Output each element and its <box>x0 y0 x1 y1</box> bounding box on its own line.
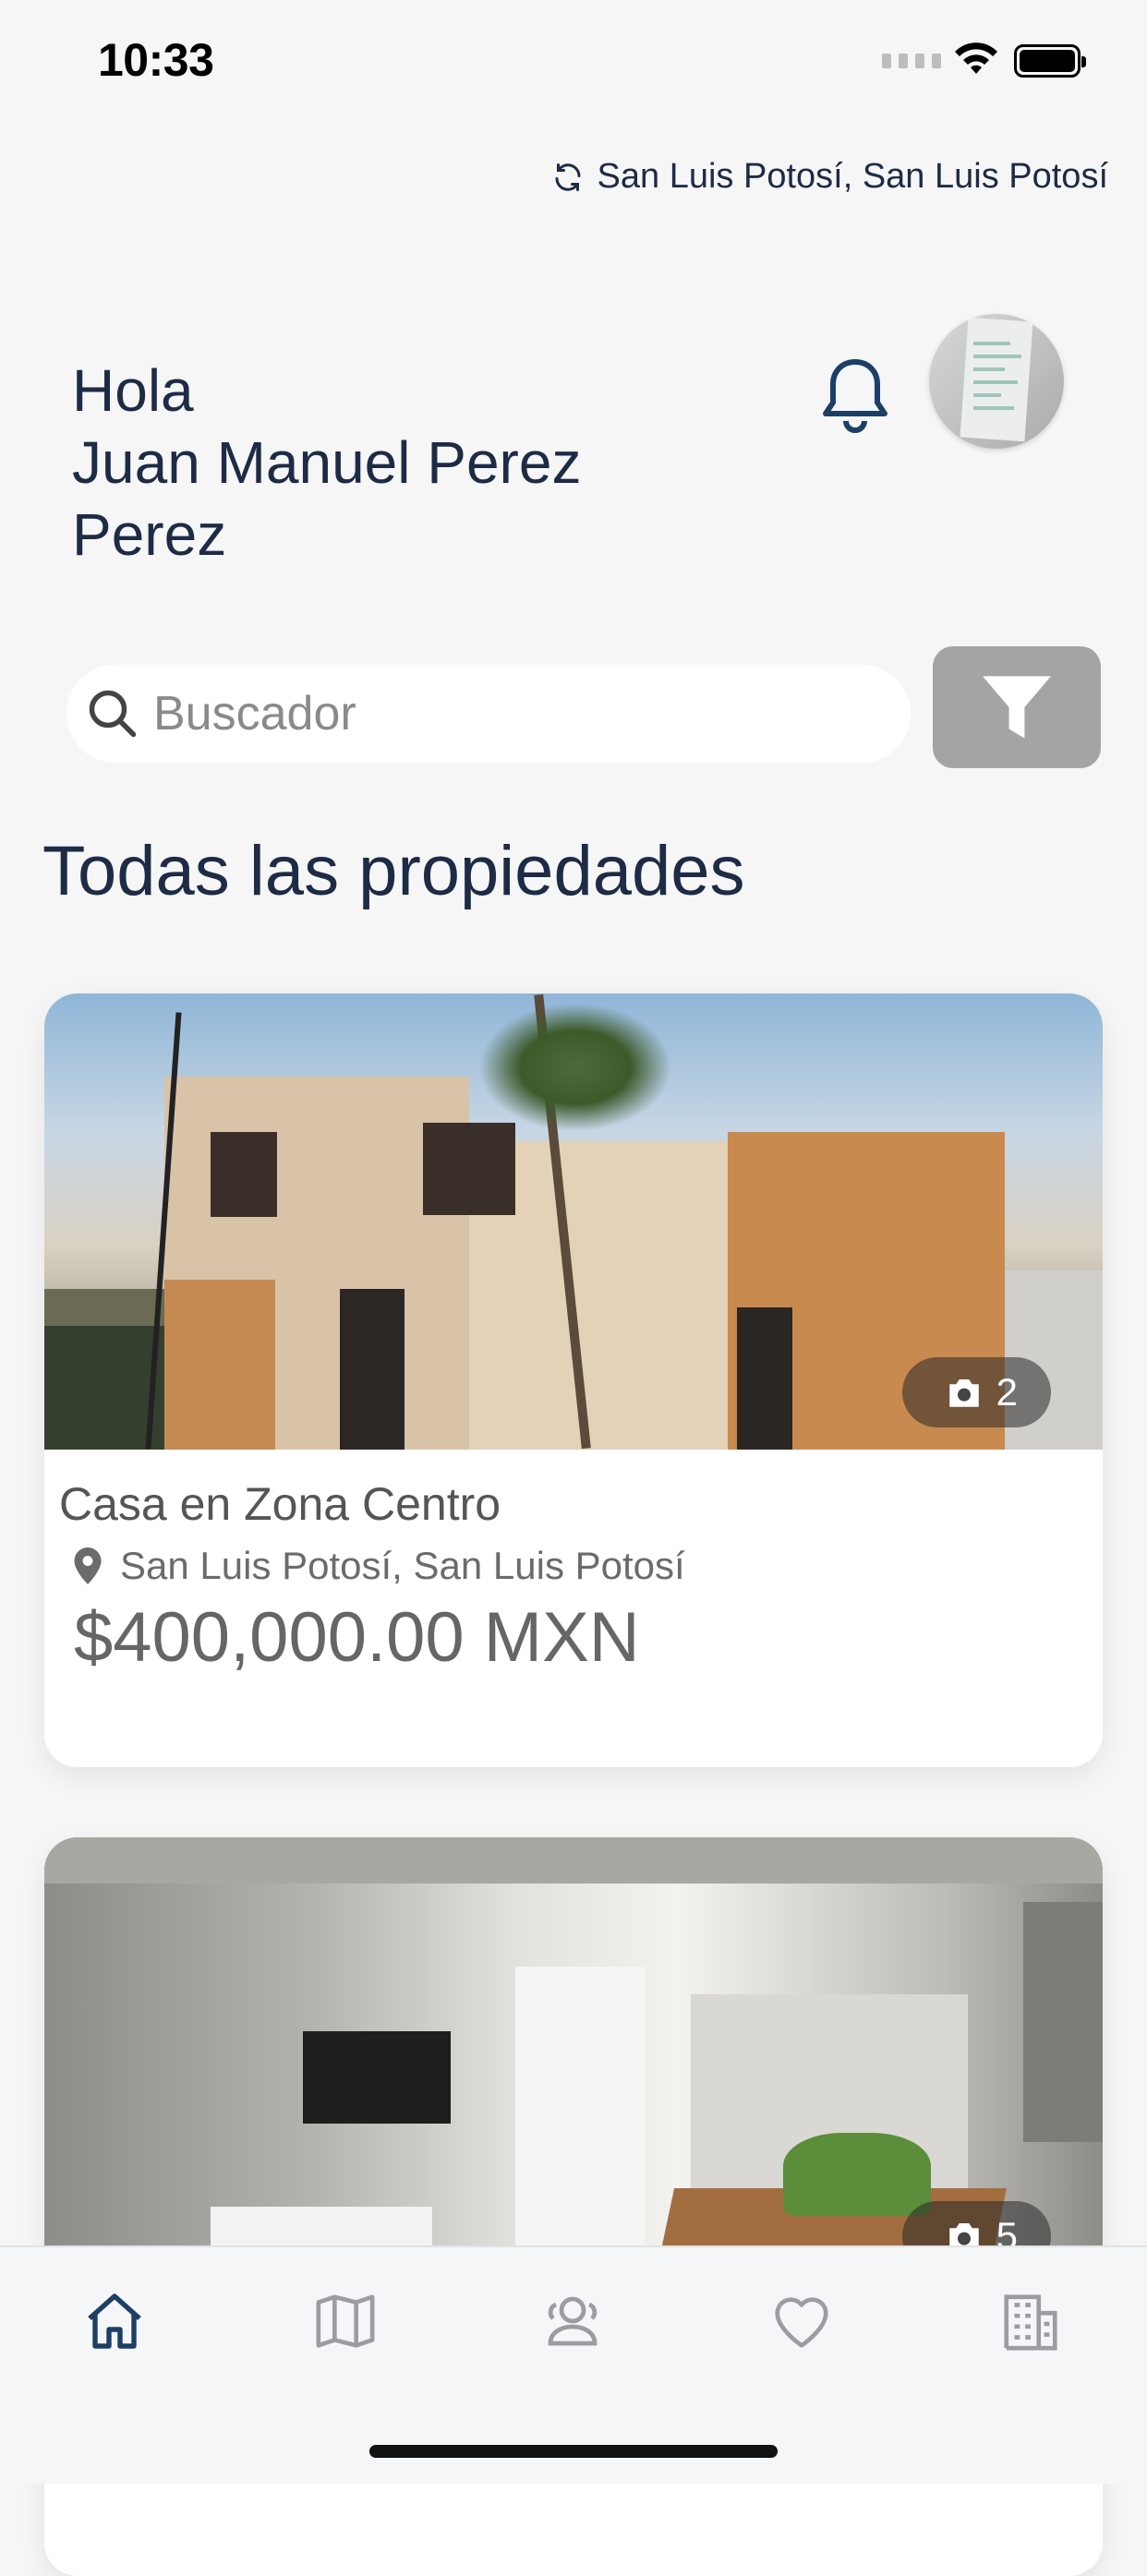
users-icon <box>548 2296 598 2346</box>
tab-favorites[interactable] <box>765 2284 839 2358</box>
wifi-icon <box>955 42 997 74</box>
section-title: Todas las propiedades <box>42 832 745 910</box>
greeting-name-line2: Perez <box>72 501 227 568</box>
heart-icon <box>775 2297 828 2348</box>
status-time: 10:33 <box>98 34 214 86</box>
signal-icon <box>882 54 941 68</box>
bell-icon[interactable] <box>818 355 892 436</box>
home-indicator <box>369 2445 778 2458</box>
tab-buildings[interactable] <box>994 2284 1068 2358</box>
property-photo[interactable]: 5 <box>44 1837 1103 2293</box>
property-location-text: San Luis Potosí, San Luis Potosí <box>120 1544 685 1587</box>
location-text: San Luis Potosí, San Luis Potosí <box>597 157 1108 196</box>
greeting-hello: Hola <box>72 357 194 424</box>
camera-icon <box>948 1379 979 1407</box>
property-photo[interactable]: 2 <box>44 993 1103 1450</box>
avatar[interactable] <box>929 314 1064 449</box>
building-icon <box>1004 2294 1057 2351</box>
tab-map[interactable] <box>308 2284 382 2358</box>
property-price: $400,000.00 MXN <box>74 1598 640 1677</box>
tab-home[interactable] <box>78 2284 151 2358</box>
photo-count: 2 <box>996 1370 1018 1414</box>
tab-users[interactable] <box>536 2284 610 2358</box>
photo-count-badge: 2 <box>901 1357 1051 1427</box>
home-icon <box>88 2293 141 2349</box>
filter-button[interactable] <box>933 646 1101 768</box>
battery-icon <box>1014 44 1086 78</box>
greeting: Hola Juan Manuel Perez Perez <box>72 355 663 571</box>
search-bar[interactable] <box>66 665 911 763</box>
location-pin-icon <box>74 1547 102 1584</box>
property-card[interactable]: 2 Casa en Zona Centro San Luis Potosí, S… <box>44 993 1103 1767</box>
property-title: Casa en Zona Centro <box>59 1478 501 1530</box>
search-icon <box>89 690 137 738</box>
greeting-name-line1: Juan Manuel Perez <box>72 429 582 496</box>
refresh-icon <box>555 163 581 191</box>
property-location: San Luis Potosí, San Luis Potosí <box>74 1544 1088 1588</box>
map-icon <box>316 2294 375 2348</box>
search-input[interactable] <box>151 685 875 742</box>
location-selector[interactable]: San Luis Potosí, San Luis Potosí <box>551 157 1108 197</box>
filter-icon <box>983 676 1051 739</box>
